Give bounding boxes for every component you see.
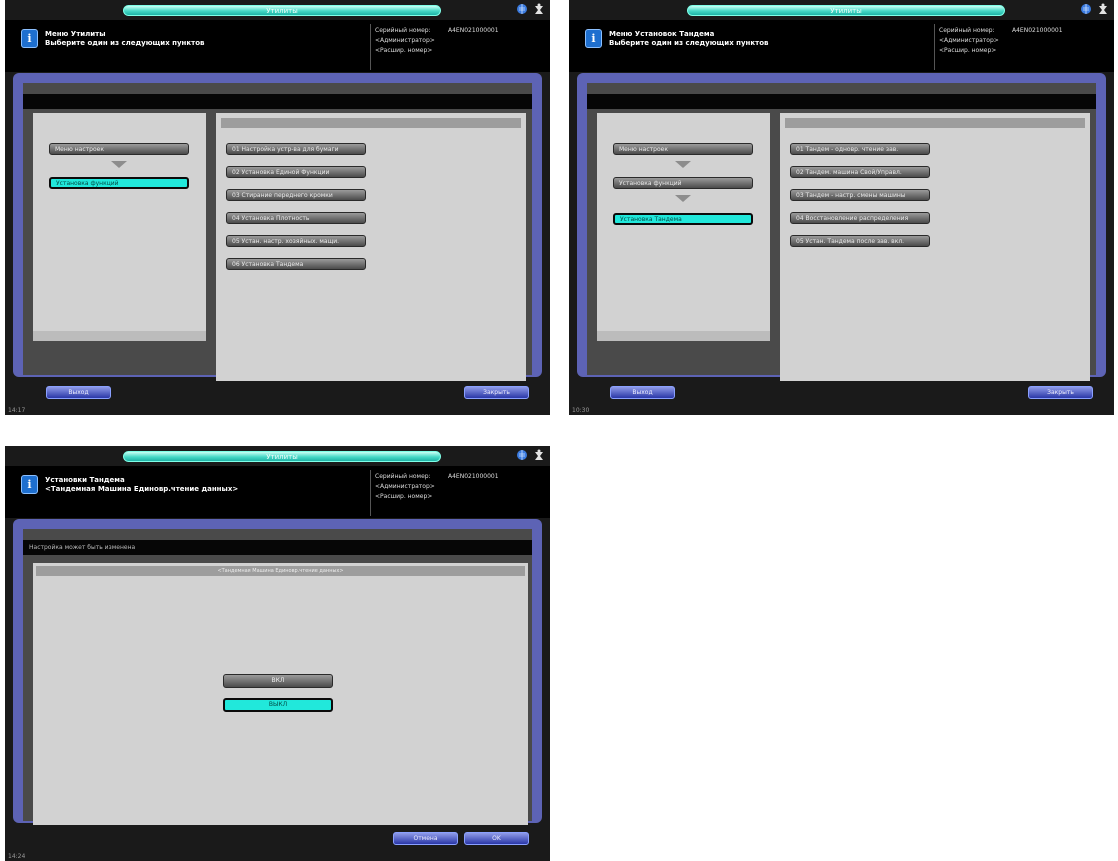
help-icon[interactable] — [533, 449, 545, 461]
exit-button[interactable]: Выход — [46, 386, 111, 399]
menu-item-tandem-after-power[interactable]: 05 Устан. Тандема после зав. вкл. — [790, 235, 930, 247]
close-button[interactable]: Закрыть — [464, 386, 529, 399]
header-divider — [370, 24, 371, 70]
menu-options-panel: 01 Тандем - одновр. чтение зав. 02 Танде… — [780, 113, 1090, 381]
serial-value: A4EN021000001 — [448, 27, 499, 34]
top-bar: Утилиты — [569, 0, 1114, 18]
serial-value: A4EN021000001 — [1012, 27, 1063, 34]
title-line-1: Установки Тандема — [45, 476, 125, 484]
admin-label: <Администратор> — [375, 37, 435, 44]
menu-item-density[interactable]: 04 Установка Плотность — [226, 212, 366, 224]
screen-tandem-menu: Утилиты i Меню Установок Тандема Выберит… — [569, 0, 1114, 415]
screen-header: i Меню Установок Тандема Выберите один и… — [569, 20, 1114, 72]
clock: 14:24 — [8, 853, 26, 860]
tree-item-settings-menu[interactable]: Меню настроек — [613, 143, 753, 155]
ok-button[interactable]: OK — [464, 832, 529, 845]
tree-arrow-icon — [111, 161, 127, 168]
screen-tandem-setting: Утилиты i Установки Тандема <Тандемная М… — [5, 446, 550, 861]
menu-item-tandem-machine[interactable]: 02 Тандем. машина Свой/Управл. — [790, 166, 930, 178]
panel-header: <Тандемная Машина Единовр.чтение данных> — [36, 566, 525, 576]
content-frame: Меню настроек Установка функций Установк… — [577, 73, 1106, 381]
content-frame: Меню настроек Установка функций 01 Настр… — [13, 73, 542, 381]
menu-item-tandem-setup[interactable]: 06 Установка Тандема — [226, 258, 366, 270]
close-button[interactable]: Закрыть — [1028, 386, 1093, 399]
message-strip — [23, 94, 532, 109]
info-icon: i — [21, 475, 38, 494]
menu-item-machine-setup[interactable]: 05 Устан. настр. хозяйных. мащи. — [226, 235, 366, 247]
tree-item-settings-menu[interactable]: Меню настроек — [49, 143, 189, 155]
menu-item-paper-setup[interactable]: 01 Настройка устр-ва для бумаги — [226, 143, 366, 155]
device-info: Серийный номер: A4EN021000001 <Администр… — [939, 26, 1063, 56]
menu-item-common-function[interactable]: 02 Установка Единой Функции — [226, 166, 366, 178]
title-line-1: Меню Утилиты — [45, 30, 106, 38]
tree-item-function-setup[interactable]: Установка функций — [613, 177, 753, 189]
tree-arrow-icon — [675, 161, 691, 168]
menu-item-tandem-read[interactable]: 01 Тандем - одновр. чтение зав. — [790, 143, 930, 155]
help-icon[interactable] — [1097, 3, 1109, 15]
ext-number-label: <Расшир. номер> — [939, 47, 997, 54]
clock: 14:17 — [8, 407, 26, 414]
title-line-1: Меню Установок Тандема — [609, 30, 715, 38]
admin-label: <Администратор> — [375, 483, 435, 490]
panel-footer — [597, 331, 770, 341]
screen-title: Установки Тандема <Тандемная Машина Един… — [45, 476, 238, 494]
screen-header: i Установки Тандема <Тандемная Машина Ед… — [5, 466, 550, 518]
screen-utility-menu: Утилиты i Меню Утилиты Выберите один из … — [5, 0, 550, 415]
top-bar: Утилиты — [5, 446, 550, 464]
exit-button[interactable]: Выход — [610, 386, 675, 399]
header-divider — [934, 24, 935, 70]
tree-item-function-setup[interactable]: Установка функций — [49, 177, 189, 189]
cancel-button[interactable]: Отмена — [393, 832, 458, 845]
globe-icon[interactable] — [1080, 3, 1092, 15]
help-icon[interactable] — [533, 3, 545, 15]
menu-item-tandem-switch[interactable]: 03 Тандем - настр. смены машины — [790, 189, 930, 201]
screen-header: i Меню Утилиты Выберите один из следующи… — [5, 20, 550, 72]
screen-title: Меню Установок Тандема Выберите один из … — [609, 30, 768, 48]
title-line-2: Выберите один из следующих пунктов — [609, 39, 769, 47]
ext-number-label: <Расшир. номер> — [375, 493, 433, 500]
admin-label: <Администратор> — [939, 37, 999, 44]
utility-title-bar: Утилиты — [687, 5, 1005, 16]
tree-item-tandem-setup[interactable]: Установка Тандема — [613, 213, 753, 225]
serial-label: Серийный номер: — [375, 473, 431, 480]
menu-options-panel: 01 Настройка устр-ва для бумаги 02 Устан… — [216, 113, 526, 381]
message-strip — [587, 94, 1096, 109]
info-icon: i — [585, 29, 602, 48]
serial-label: Серийный номер: — [939, 27, 995, 34]
utility-title-bar: Утилиты — [123, 5, 441, 16]
title-line-2: <Тандемная Машина Единовр.чтение данных> — [45, 485, 239, 493]
menu-tree-panel: Меню настроек Установка функций — [33, 113, 206, 341]
info-icon: i — [21, 29, 38, 48]
utility-title-bar: Утилиты — [123, 451, 441, 462]
option-on-button[interactable]: ВКЛ — [223, 674, 333, 688]
globe-icon[interactable] — [516, 449, 528, 461]
panel-header — [785, 118, 1085, 128]
title-line-2: Выберите один из следующих пунктов — [45, 39, 205, 47]
globe-icon[interactable] — [516, 3, 528, 15]
tree-arrow-icon — [675, 195, 691, 202]
panel-header — [221, 118, 521, 128]
serial-value: A4EN021000001 — [448, 473, 499, 480]
screen-title: Меню Утилиты Выберите один из следующих … — [45, 30, 204, 48]
panel-footer — [33, 331, 206, 341]
top-bar: Утилиты — [5, 0, 550, 18]
menu-item-distribution-restore[interactable]: 04 Восстановление распределения — [790, 212, 930, 224]
device-info: Серийный номер: A4EN021000001 <Администр… — [375, 472, 499, 502]
header-divider — [370, 470, 371, 516]
device-info: Серийный номер: A4EN021000001 <Администр… — [375, 26, 499, 56]
message-strip: Настройка может быть изменена — [23, 540, 532, 555]
setting-panel: <Тандемная Машина Единовр.чтение данных>… — [33, 563, 528, 825]
content-frame: Настройка может быть изменена <Тандемная… — [13, 519, 542, 825]
ext-number-label: <Расшир. номер> — [375, 47, 433, 54]
serial-label: Серийный номер: — [375, 27, 431, 34]
option-off-button[interactable]: ВЫКЛ — [223, 698, 333, 712]
clock: 10:30 — [572, 407, 590, 414]
menu-tree-panel: Меню настроек Установка функций Установк… — [597, 113, 770, 341]
menu-item-edge-erase[interactable]: 03 Стирание переднего кромки — [226, 189, 366, 201]
